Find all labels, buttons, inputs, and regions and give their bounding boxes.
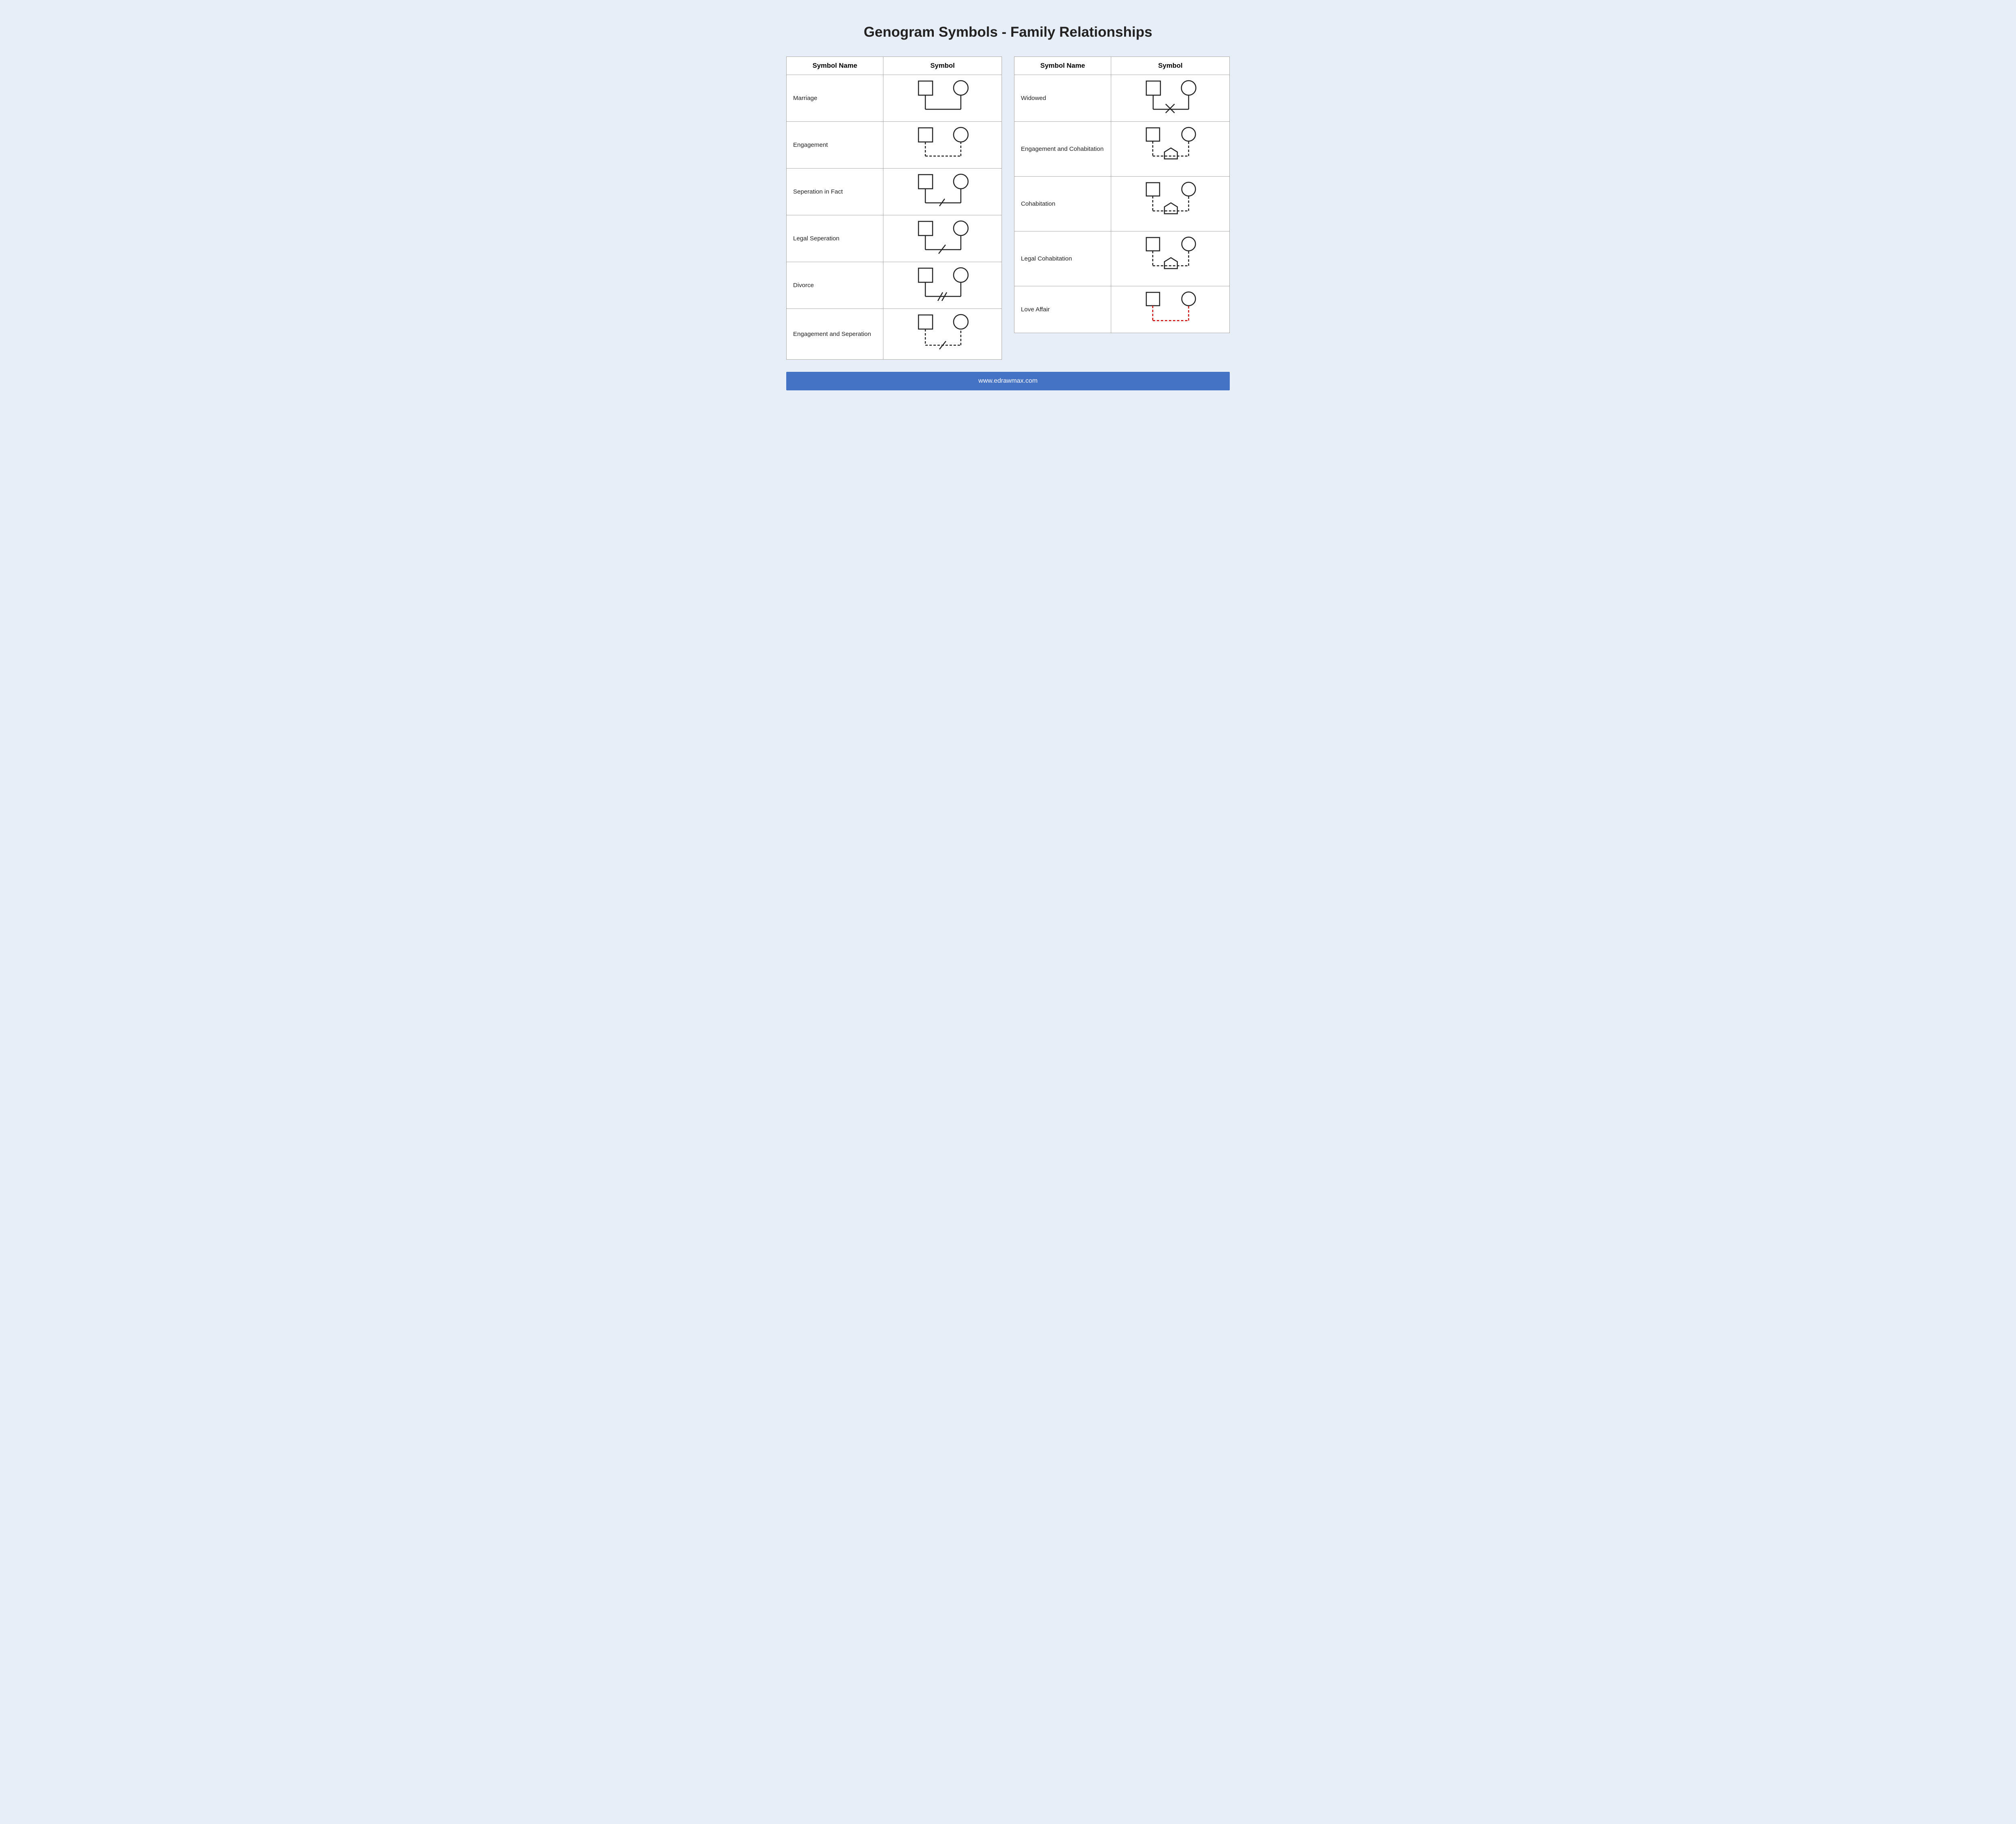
table-row: Widowed [1014,75,1230,122]
left-table: Symbol Name Symbol Marriage [786,56,1002,360]
row-symbol [1111,177,1230,231]
row-label: Legal Seperation [787,215,883,262]
row-symbol [1111,122,1230,177]
row-label: Seperation in Fact [787,169,883,215]
left-col2-header: Symbol [883,57,1002,75]
row-label: Love Affair [1014,286,1111,333]
row-symbol [1111,286,1230,333]
table-row: Engagement and Cohabitation [1014,122,1230,177]
row-symbol [883,169,1002,215]
row-label: Widowed [1014,75,1111,122]
row-label: Cohabitation [1014,177,1111,231]
row-symbol [883,75,1002,122]
row-label: Legal Cohabitation [1014,231,1111,286]
row-label: Engagement and Cohabitation [1014,122,1111,177]
table-row: Love Affair [1014,286,1230,333]
table-row: Marriage [787,75,1002,122]
right-col2-header: Symbol [1111,57,1230,75]
row-symbol [883,215,1002,262]
row-label: Engagement [787,122,883,169]
table-row: Divorce [787,262,1002,309]
table-row: Seperation in Fact [787,169,1002,215]
footer-bar: www.edrawmax.com [786,372,1230,390]
table-row: Engagement and Seperation [787,309,1002,360]
row-label: Marriage [787,75,883,122]
row-symbol [1111,75,1230,122]
row-label: Engagement and Seperation [787,309,883,360]
row-symbol [883,262,1002,309]
right-col1-header: Symbol Name [1014,57,1111,75]
row-symbol [883,309,1002,360]
right-table: Symbol Name Symbol Widowed [1014,56,1230,333]
tables-container: Symbol Name Symbol Marriage [786,56,1230,360]
table-row: Engagement [787,122,1002,169]
row-label: Divorce [787,262,883,309]
footer-url: www.edrawmax.com [979,377,1038,384]
page-title: Genogram Symbols - Family Relationships [864,24,1152,40]
table-row: Cohabitation [1014,177,1230,231]
table-row: Legal Cohabitation [1014,231,1230,286]
table-row: Legal Seperation [787,215,1002,262]
left-col1-header: Symbol Name [787,57,883,75]
row-symbol [1111,231,1230,286]
row-symbol [883,122,1002,169]
